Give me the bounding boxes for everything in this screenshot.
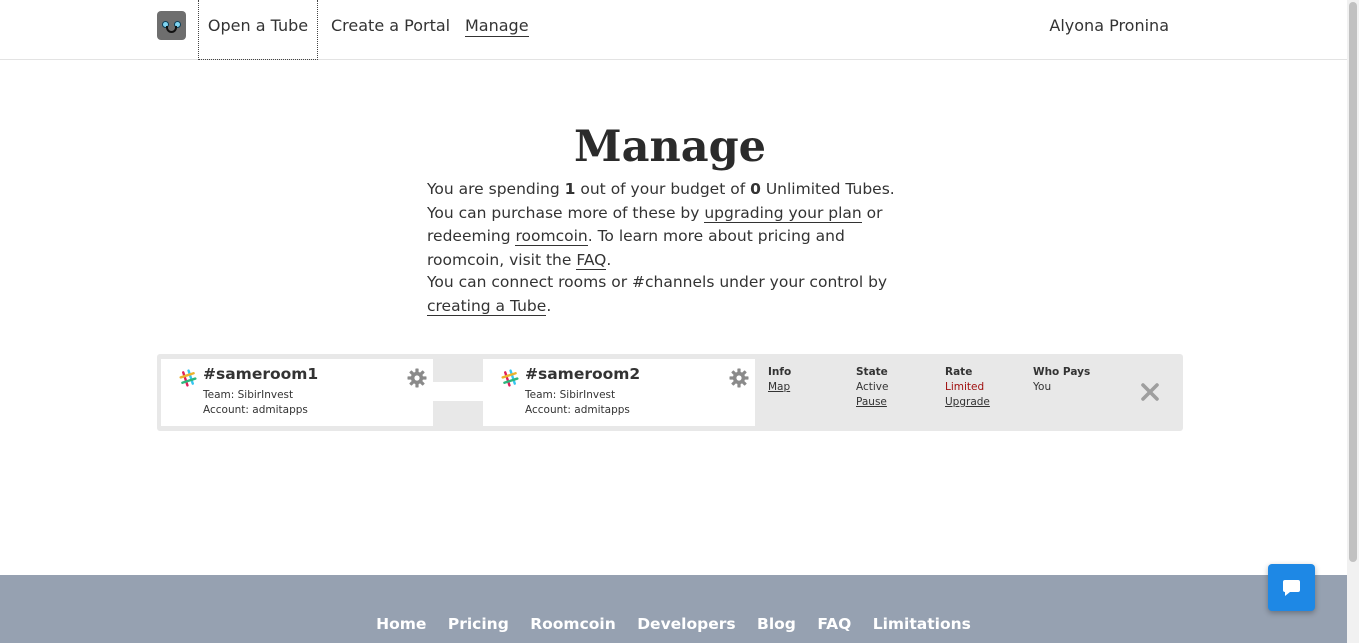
footer-link-limitations[interactable]: Limitations bbox=[873, 615, 971, 633]
who-pays-value: You bbox=[1033, 381, 1052, 393]
chat-icon bbox=[1283, 580, 1300, 596]
room-name: #sameroom2 bbox=[525, 365, 641, 383]
who-pays-column: Who Pays You bbox=[1033, 365, 1090, 395]
pause-link[interactable]: Pause bbox=[856, 396, 887, 408]
room-card: #sameroom1 Team: SibirInvest Account: ad… bbox=[161, 359, 433, 426]
upgrade-link[interactable]: Upgrade bbox=[945, 396, 990, 408]
tube-connector bbox=[433, 382, 483, 401]
footer-link-pricing[interactable]: Pricing bbox=[448, 615, 509, 633]
user-menu[interactable]: Alyona Pronina bbox=[1049, 0, 1169, 52]
budget-count: 0 bbox=[750, 180, 761, 198]
footer-link-faq[interactable]: FAQ bbox=[817, 615, 851, 633]
slack-icon bbox=[179, 369, 197, 387]
nav-open-a-tube[interactable]: Open a Tube bbox=[198, 0, 318, 60]
tube-row: #sameroom1 Team: SibirInvest Account: ad… bbox=[157, 354, 1183, 431]
footer-link-blog[interactable]: Blog bbox=[757, 615, 796, 633]
state-value: Active bbox=[856, 381, 889, 393]
footer-links: Home Pricing Roomcoin Developers Blog FA… bbox=[0, 615, 1347, 633]
nav-create-a-portal[interactable]: Create a Portal bbox=[331, 0, 450, 60]
info-header: Info bbox=[768, 366, 792, 378]
room-team: Team: SibirInvest bbox=[525, 389, 616, 401]
who-pays-header: Who Pays bbox=[1033, 366, 1091, 378]
room-account: Account: admitapps bbox=[525, 404, 630, 416]
room-team: Team: SibirInvest bbox=[203, 389, 294, 401]
slack-icon bbox=[501, 369, 519, 387]
state-header: State bbox=[856, 366, 888, 378]
close-icon[interactable] bbox=[1140, 382, 1160, 402]
chat-button[interactable] bbox=[1268, 564, 1315, 611]
nav-manage-label: Manage bbox=[465, 16, 529, 37]
text: You can connect rooms or #channels under… bbox=[427, 273, 888, 291]
used-count: 1 bbox=[564, 180, 576, 198]
nav-manage[interactable]: Manage bbox=[465, 0, 529, 60]
connect-paragraph: You can connect rooms or #channels under… bbox=[427, 271, 917, 318]
logo-icon[interactable] bbox=[157, 11, 186, 40]
rate-column: Rate Limited Upgrade bbox=[945, 365, 990, 410]
info-column: Info Map bbox=[768, 365, 791, 395]
text: You are spending bbox=[427, 180, 565, 198]
room-name: #sameroom1 bbox=[203, 365, 319, 383]
gear-icon[interactable] bbox=[729, 368, 749, 388]
logo-mouth bbox=[166, 26, 177, 33]
text: . bbox=[546, 296, 552, 315]
create-tube-link[interactable]: creating a Tube bbox=[427, 296, 547, 316]
room-account: Account: admitapps bbox=[203, 404, 308, 416]
text: out of your budget of bbox=[575, 180, 751, 198]
state-column: State Active Pause bbox=[856, 365, 888, 410]
footer-link-developers[interactable]: Developers bbox=[637, 615, 735, 633]
room-card: #sameroom2 Team: SibirInvest Account: ad… bbox=[483, 359, 755, 426]
rate-value: Limited bbox=[945, 381, 985, 393]
faq-link[interactable]: FAQ bbox=[576, 250, 607, 270]
map-link[interactable]: Map bbox=[768, 381, 790, 393]
page-scrollbar[interactable] bbox=[1347, 0, 1359, 643]
page-title: Manage bbox=[573, 122, 766, 172]
footer-link-roomcoin[interactable]: Roomcoin bbox=[530, 615, 616, 633]
budget-paragraph: You are spending 1 out of your budget of… bbox=[427, 178, 917, 272]
text: . bbox=[606, 250, 612, 269]
top-navbar: Open a Tube Create a Portal Manage Alyon… bbox=[0, 0, 1347, 60]
footer: Home Pricing Roomcoin Developers Blog FA… bbox=[0, 575, 1347, 643]
scrollbar-thumb[interactable] bbox=[1349, 2, 1357, 562]
rate-header: Rate bbox=[945, 366, 973, 378]
upgrade-plan-link[interactable]: upgrading your plan bbox=[704, 203, 862, 223]
footer-link-home[interactable]: Home bbox=[376, 615, 426, 633]
gear-icon[interactable] bbox=[407, 368, 427, 388]
roomcoin-link[interactable]: roomcoin bbox=[515, 227, 588, 246]
